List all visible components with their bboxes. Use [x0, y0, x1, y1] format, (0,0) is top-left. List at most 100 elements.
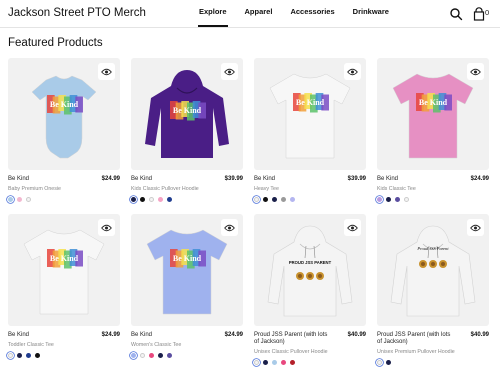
search-icon[interactable]: [449, 7, 463, 21]
color-swatch[interactable]: [8, 196, 13, 202]
color-swatch[interactable]: [281, 196, 286, 202]
product-type: Kids Classic Pullover Hoodie: [131, 186, 199, 192]
color-swatch[interactable]: [272, 359, 277, 365]
product-image-container[interactable]: Be Kind: [8, 58, 120, 170]
product-name[interactable]: Proud JSS Parent (with lots of Jackson): [254, 332, 334, 346]
quick-view-button[interactable]: [467, 219, 484, 236]
color-swatches: [131, 196, 243, 203]
store-name[interactable]: Jackson Street PTO Merch: [8, 7, 146, 19]
product-title-row: Be Kind $24.99: [131, 332, 243, 342]
color-swatch[interactable]: [290, 359, 295, 365]
color-swatch[interactable]: [8, 352, 13, 358]
color-swatch[interactable]: [254, 196, 259, 202]
color-swatch[interactable]: [149, 352, 154, 358]
quick-view-button[interactable]: [221, 219, 238, 236]
product-card[interactable]: Be Kind Be Kind $39.99 Heavy Tee: [254, 58, 366, 203]
eye-icon: [224, 68, 235, 75]
design-text: Be Kind: [173, 106, 202, 115]
main-nav: Explore Apparel Accessories Drinkware: [190, 0, 398, 28]
quick-view-button[interactable]: [467, 63, 484, 80]
color-swatch[interactable]: [140, 352, 145, 358]
color-swatch[interactable]: [386, 196, 391, 202]
color-swatch[interactable]: [272, 196, 277, 202]
product-type: Unisex Premium Pullover Hoodie: [377, 349, 455, 355]
eye-icon: [224, 224, 235, 231]
product-price: $24.99: [224, 332, 243, 338]
color-swatch[interactable]: [26, 196, 31, 202]
cart-count: 0: [485, 8, 490, 17]
product-title-row: Proud JSS Parent (with lots of Jackson) $…: [377, 332, 489, 349]
product-card[interactable]: Be Kind Be Kind $24.99 Toddler Classic Tee: [8, 214, 120, 359]
product-name[interactable]: Be Kind: [131, 332, 211, 339]
color-swatch[interactable]: [167, 352, 172, 358]
eye-icon: [347, 68, 358, 75]
product-name[interactable]: Be Kind: [254, 176, 334, 183]
color-swatch[interactable]: [263, 359, 268, 365]
product-type: Women's Classic Tee: [131, 342, 182, 348]
quick-view-button[interactable]: [98, 219, 115, 236]
color-swatch[interactable]: [377, 359, 382, 365]
color-swatch[interactable]: [131, 352, 136, 358]
product-title-row: Be Kind $39.99: [131, 176, 243, 186]
product-name[interactable]: Proud JSS Parent (with lots of Jackson): [377, 332, 457, 346]
color-swatch[interactable]: [386, 359, 391, 365]
product-title-row: Be Kind $24.99: [377, 176, 489, 186]
product-image-container[interactable]: Be Kind: [254, 58, 366, 170]
product-name[interactable]: Be Kind: [8, 176, 88, 183]
product-image-container[interactable]: Be Kind: [131, 214, 243, 326]
color-swatches: [131, 352, 243, 359]
nav-drinkware[interactable]: Drinkware: [344, 0, 398, 28]
product-price: $24.99: [101, 176, 120, 182]
color-swatch[interactable]: [281, 359, 286, 365]
color-swatch[interactable]: [35, 352, 40, 358]
color-swatch[interactable]: [290, 196, 295, 202]
product-card[interactable]: Be Kind Be Kind $24.99 Kids Classic Tee: [377, 58, 489, 203]
color-swatch[interactable]: [17, 196, 22, 202]
eye-icon: [470, 224, 481, 231]
cart-icon[interactable]: [472, 7, 486, 21]
color-swatch[interactable]: [17, 352, 22, 358]
color-swatches: [254, 196, 366, 203]
color-swatch[interactable]: [158, 352, 163, 358]
color-swatch[interactable]: [377, 196, 382, 202]
product-card[interactable]: Be Kind Be Kind $24.99 Women's Classic Tee: [131, 214, 243, 359]
product-price: $40.99: [470, 332, 489, 338]
color-swatch[interactable]: [131, 196, 136, 202]
product-image-container[interactable]: Proud JSS Parent: [377, 214, 489, 326]
product-image-container[interactable]: Be Kind: [377, 58, 489, 170]
design-text: Be Kind: [50, 254, 79, 263]
nav-explore[interactable]: Explore: [190, 0, 236, 28]
nav-apparel[interactable]: Apparel: [236, 0, 282, 28]
color-swatch[interactable]: [149, 196, 154, 202]
product-card[interactable]: Be Kind Be Kind $24.99 Baby Premium Onesie: [8, 58, 120, 203]
product-type: Unisex Classic Pullover Hoodie: [254, 349, 328, 355]
product-price: $39.99: [224, 176, 243, 182]
product-card[interactable]: Be Kind Be Kind $39.99 Kids Classic Pullov…: [131, 58, 243, 203]
quick-view-button[interactable]: [98, 63, 115, 80]
product-name[interactable]: Be Kind: [8, 332, 88, 339]
color-swatches: [8, 352, 120, 359]
product-name[interactable]: Be Kind: [131, 176, 211, 183]
color-swatch[interactable]: [404, 196, 409, 202]
color-swatch[interactable]: [140, 196, 145, 202]
quick-view-button[interactable]: [344, 63, 361, 80]
product-card[interactable]: Proud JSS Parent Proud JSS Parent (with …: [377, 214, 489, 366]
quick-view-button[interactable]: [344, 219, 361, 236]
product-image-container[interactable]: PROUD JSS PARENT: [254, 214, 366, 326]
color-swatch[interactable]: [158, 196, 163, 202]
product-card[interactable]: PROUD JSS PARENT Proud JSS Parent (with …: [254, 214, 366, 366]
nav-accessories[interactable]: Accessories: [281, 0, 343, 28]
color-swatch[interactable]: [26, 352, 31, 358]
color-swatch[interactable]: [263, 196, 268, 202]
eye-icon: [470, 68, 481, 75]
product-name[interactable]: Be Kind: [377, 176, 457, 183]
product-price: $24.99: [470, 176, 489, 182]
design-text: Be Kind: [173, 254, 202, 263]
color-swatch[interactable]: [167, 196, 172, 202]
product-image-container[interactable]: Be Kind: [131, 58, 243, 170]
color-swatch[interactable]: [395, 196, 400, 202]
quick-view-button[interactable]: [221, 63, 238, 80]
color-swatch[interactable]: [254, 359, 259, 365]
color-swatches: [377, 196, 489, 203]
product-image-container[interactable]: Be Kind: [8, 214, 120, 326]
